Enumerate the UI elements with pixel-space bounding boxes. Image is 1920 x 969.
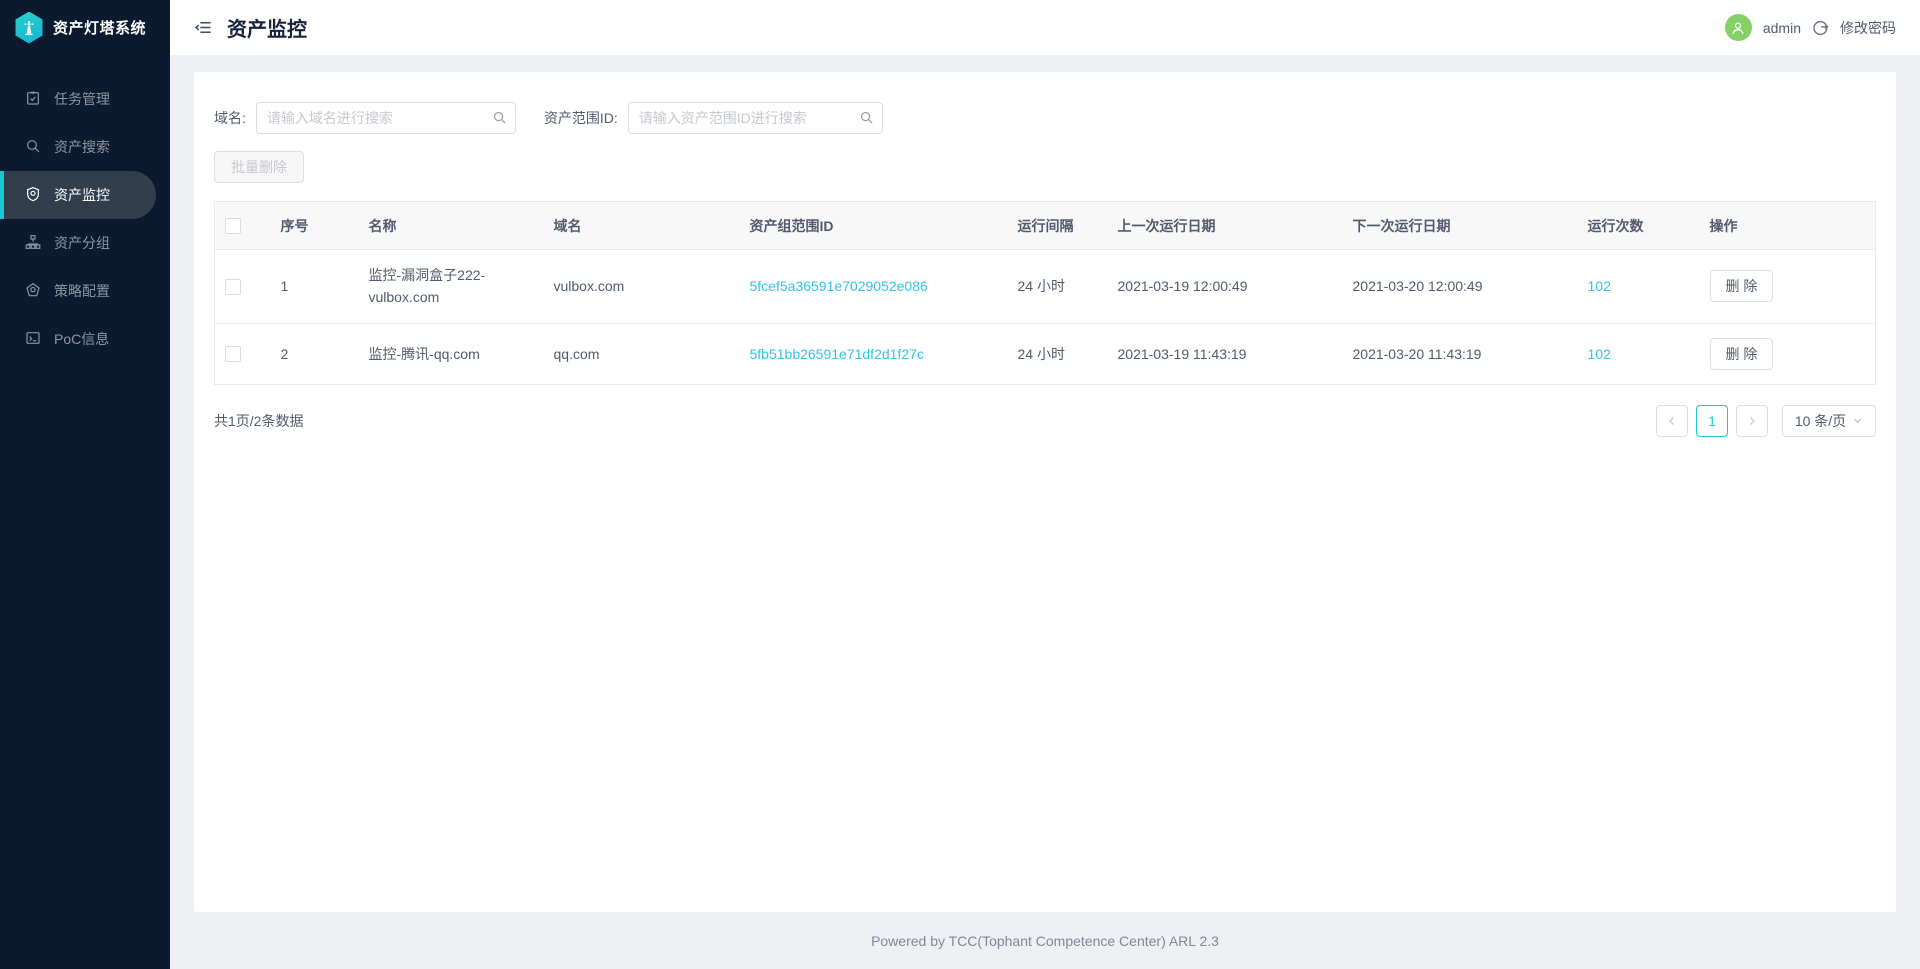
page-title: 资产监控 — [227, 19, 307, 41]
menu-fold-icon[interactable] — [194, 18, 213, 37]
row-checkbox[interactable] — [225, 279, 241, 296]
sidebar-item-label: 资产搜索 — [54, 139, 110, 155]
col-domain: 域名 — [543, 201, 740, 250]
scope-id-link[interactable]: 5fcef5a36591e7029052e086 — [750, 278, 928, 294]
next-page-button[interactable] — [1736, 404, 1768, 437]
avatar — [1724, 14, 1752, 41]
sidebar: 资产灯塔系统 任务管理 资产搜索 资产监控 资产分组 策略配置 PoC信息 — [0, 0, 170, 969]
prev-page-button[interactable] — [1656, 404, 1688, 437]
cell-index: 1 — [270, 249, 359, 324]
cell-interval: 24 小时 — [1007, 249, 1108, 324]
page-size-select[interactable]: 10 条/页 — [1782, 404, 1876, 437]
top-bar: 资产监控 admin 修改密码 — [170, 0, 1920, 55]
col-index: 序号 — [270, 201, 359, 250]
domain-filter-label: 域名: — [214, 110, 246, 126]
clipboard-check-icon — [25, 90, 41, 109]
monitor-table: 序号 名称 域名 资产组范围ID 运行间隔 上一次运行日期 下一次运行日期 运行… — [214, 201, 1876, 385]
cell-next-run: 2021-03-20 11:43:19 — [1342, 323, 1578, 385]
sidebar-item-poc-info[interactable]: PoC信息 — [0, 315, 170, 363]
scope-id-link[interactable]: 5fb51bb26591e71df2d1f27c — [750, 346, 924, 362]
chevron-left-icon — [1669, 416, 1674, 425]
sidebar-menu: 任务管理 资产搜索 资产监控 资产分组 策略配置 PoC信息 — [0, 75, 170, 363]
col-last-run: 上一次运行日期 — [1107, 201, 1343, 250]
cell-domain: vulbox.com — [543, 249, 740, 324]
sidebar-item-policy-config[interactable]: 策略配置 — [0, 267, 170, 315]
footer-text: Powered by TCC(Tophant Competence Center… — [871, 932, 1219, 949]
app-title: 资产灯塔系统 — [53, 20, 147, 37]
col-run-count: 运行次数 — [1577, 201, 1700, 250]
cell-index: 2 — [270, 323, 359, 385]
cell-name: 监控-漏洞盒子222-vulbox.com — [358, 249, 544, 324]
pagination-summary: 共1页/2条数据 — [214, 412, 304, 429]
terminal-icon — [25, 330, 41, 349]
change-password-link[interactable]: 修改密码 — [1840, 18, 1896, 38]
sidebar-item-asset-search[interactable]: 资产搜索 — [0, 123, 170, 171]
sidebar-item-label: 策略配置 — [54, 283, 110, 299]
domain-search-input[interactable] — [255, 102, 516, 134]
lighthouse-hexagon-icon — [15, 11, 43, 44]
table-row: 2 监控-腾讯-qq.com qq.com 5fb51bb26591e71df2… — [214, 323, 1876, 385]
topbar-user-area: admin 修改密码 — [1724, 14, 1896, 41]
cell-last-run: 2021-03-19 11:43:19 — [1107, 323, 1343, 385]
chevron-down-icon — [1852, 413, 1863, 429]
content-area: 域名: 资产范围ID: — [170, 55, 1920, 969]
chevron-right-icon — [1750, 416, 1755, 425]
run-count-link[interactable]: 102 — [1588, 346, 1611, 362]
delete-button[interactable]: 删 除 — [1709, 337, 1774, 370]
col-name: 名称 — [358, 201, 544, 250]
sidebar-item-label: 资产监控 — [54, 187, 110, 203]
logout-icon[interactable] — [1812, 19, 1829, 36]
footer: Powered by TCC(Tophant Competence Center… — [170, 912, 1920, 969]
cell-next-run: 2021-03-20 12:00:49 — [1342, 249, 1578, 324]
page-number-button[interactable]: 1 — [1696, 404, 1728, 437]
app-logo: 资产灯塔系统 — [0, 0, 170, 55]
select-all-checkbox[interactable] — [225, 218, 241, 235]
scope-id-filter-label: 资产范围ID: — [543, 110, 618, 126]
cell-interval: 24 小时 — [1007, 323, 1108, 385]
shield-icon — [25, 186, 41, 205]
username: admin — [1762, 19, 1801, 36]
main-area: 资产监控 admin 修改密码 域名: 请输入域名进行搜索 资产范围ID: 请输… — [170, 0, 1920, 969]
pagination-controls: 1 10 条/页 — [1656, 404, 1876, 437]
col-scope-id: 资产组范围ID — [739, 201, 1008, 250]
sidebar-item-task-management[interactable]: 任务管理 — [0, 75, 170, 123]
delete-button[interactable]: 删 除 — [1709, 270, 1774, 303]
cell-domain: qq.com — [543, 323, 740, 385]
domain-search-wrap — [255, 102, 516, 134]
sidebar-item-asset-grouping[interactable]: 资产分组 — [0, 219, 170, 267]
run-count-link[interactable]: 102 — [1588, 278, 1611, 294]
table-header-row: 序号 名称 域名 资产组范围ID 运行间隔 上一次运行日期 下一次运行日期 运行… — [214, 201, 1876, 250]
pagination: 共1页/2条数据 1 10 条/页 — [214, 404, 1876, 437]
batch-delete-button[interactable]: 批量删除 — [214, 151, 304, 183]
sidebar-item-label: 资产分组 — [54, 235, 110, 251]
col-next-run: 下一次运行日期 — [1342, 201, 1578, 250]
org-chart-icon — [25, 234, 41, 253]
table-row: 1 监控-漏洞盒子222-vulbox.com vulbox.com 5fcef… — [214, 249, 1876, 324]
sidebar-item-label: 任务管理 — [54, 91, 110, 107]
search-icon — [25, 138, 41, 157]
col-actions: 操作 — [1699, 201, 1876, 250]
cell-name: 监控-腾讯-qq.com — [358, 323, 544, 385]
filter-row: 域名: 资产范围ID: — [214, 102, 1876, 134]
pentagon-seal-icon — [25, 282, 41, 301]
scope-id-search-wrap — [627, 102, 883, 134]
sidebar-item-label: PoC信息 — [54, 331, 110, 347]
page-size-value: 10 条/页 — [1794, 412, 1847, 429]
row-checkbox[interactable] — [225, 346, 241, 363]
col-interval: 运行间隔 — [1007, 201, 1108, 250]
sidebar-item-asset-monitoring[interactable]: 资产监控 — [0, 171, 156, 219]
scope-id-search-input[interactable] — [627, 102, 883, 134]
monitor-card: 域名: 资产范围ID: — [194, 72, 1896, 912]
cell-last-run: 2021-03-19 12:00:49 — [1107, 249, 1343, 324]
